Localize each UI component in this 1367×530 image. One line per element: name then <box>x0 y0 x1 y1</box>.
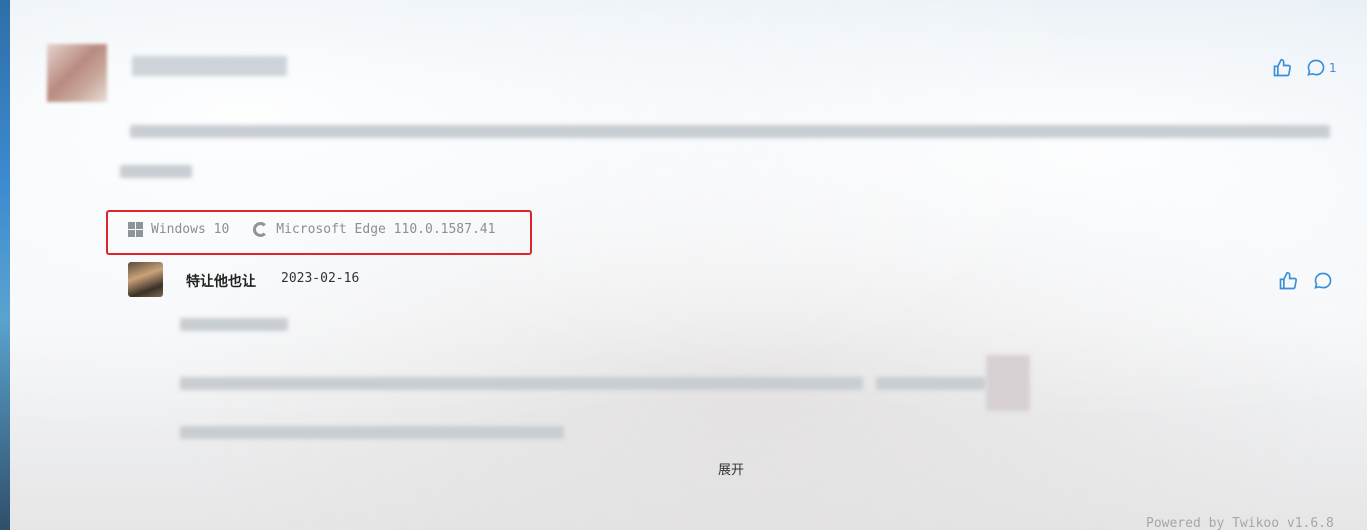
expand-button[interactable]: 展开 <box>718 459 744 478</box>
comment-text-redacted <box>130 125 1330 138</box>
highlight-annotation-box <box>106 210 532 255</box>
comment-like-button[interactable] <box>1272 58 1292 78</box>
reply-text-redacted <box>180 426 564 439</box>
thumbs-up-icon <box>1279 271 1298 290</box>
reply-emoji-redacted <box>986 355 1030 411</box>
comment-bubble-icon <box>1314 272 1332 289</box>
background-left-strip <box>0 0 10 530</box>
reply-like-button[interactable] <box>1278 271 1298 291</box>
reply-text-redacted <box>876 377 986 390</box>
reply-date: 2023-02-16 <box>281 271 360 286</box>
thumbs-up-icon <box>1273 58 1292 77</box>
comment-text-redacted <box>120 165 192 178</box>
comment-author-redacted <box>132 56 287 76</box>
powered-by-footer[interactable]: Powered by Twikoo v1.6.8 <box>1146 516 1334 530</box>
reply-reply-button[interactable] <box>1313 271 1333 291</box>
reply-count: 1 <box>1329 61 1337 75</box>
comment-avatar[interactable] <box>47 44 107 102</box>
reply-text-redacted <box>180 377 863 390</box>
reply-text-redacted <box>180 318 288 331</box>
reply-author[interactable]: 特让他也让 <box>186 271 256 291</box>
reply-avatar[interactable] <box>128 262 163 297</box>
comment-reply-button[interactable]: 1 <box>1306 58 1337 78</box>
comment-bubble-icon <box>1307 59 1325 76</box>
